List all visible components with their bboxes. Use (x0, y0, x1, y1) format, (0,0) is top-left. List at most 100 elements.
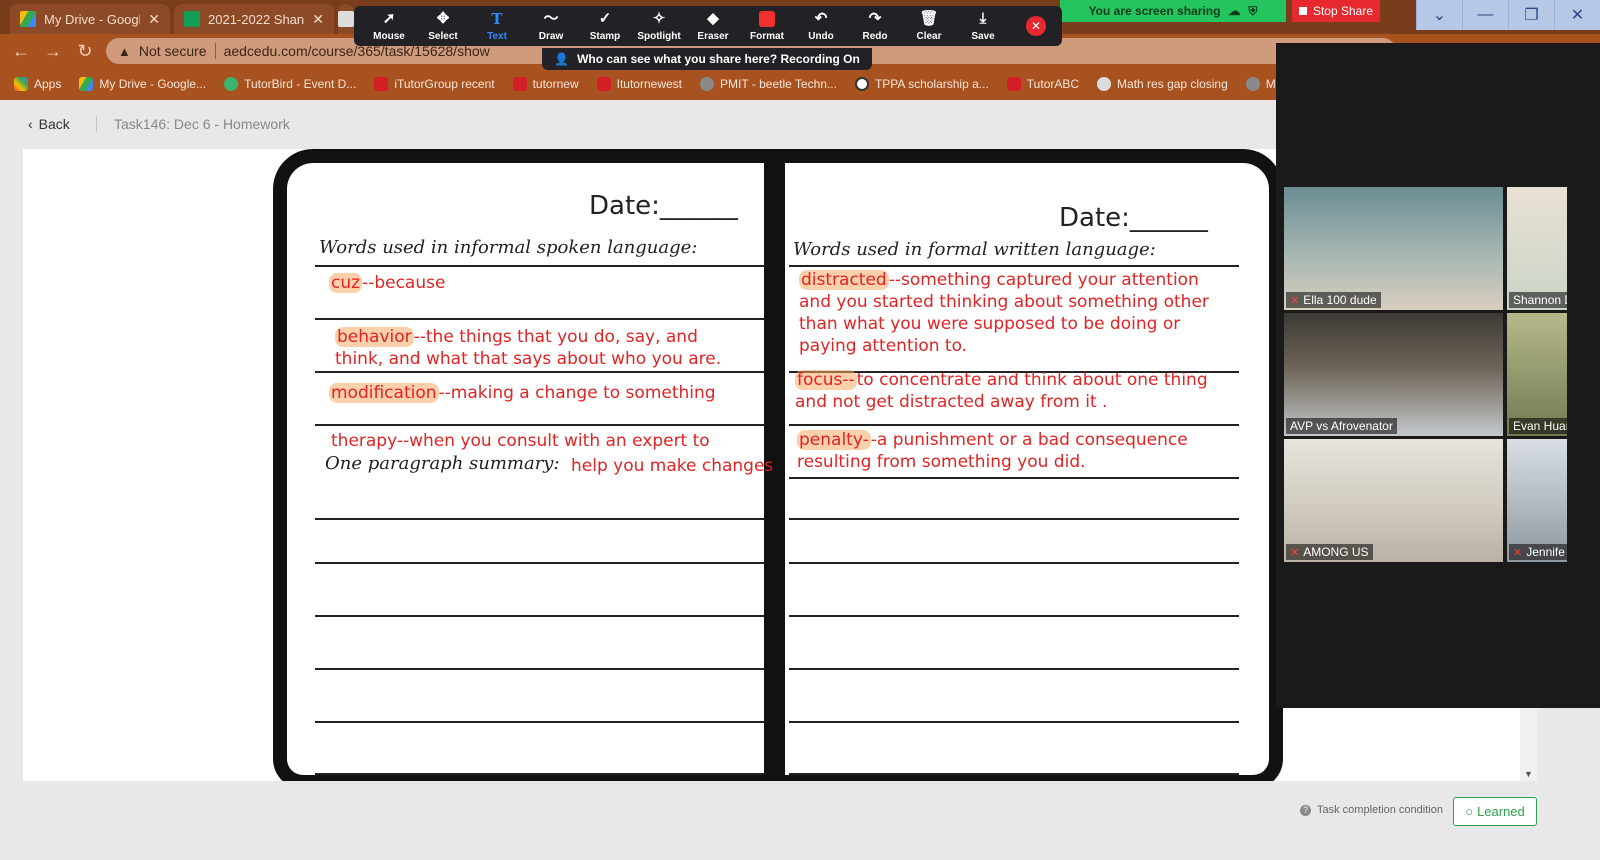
tool-text[interactable]: T Text (470, 6, 524, 46)
screen-sharing-banner: You are screen sharing ☁ ⛨ (1060, 0, 1286, 22)
tool-undo[interactable]: ↶ Undo (794, 6, 848, 46)
tool-label: Eraser (697, 31, 729, 42)
participant-name-tag: Shannon D (1509, 292, 1567, 308)
tool-label: Select (428, 31, 458, 42)
entry-distracted[interactable]: distracted --something captured your atte… (799, 269, 1209, 357)
sharing-banner-text: You are screen sharing (1088, 4, 1221, 18)
definition-text: to concentrate and think about one thing (856, 370, 1208, 390)
scroll-down-arrow-icon[interactable]: ▼ (1524, 769, 1533, 779)
entry-therapy-continued[interactable]: help you make changes (571, 455, 773, 477)
task-condition-label: Task completion condition (1317, 804, 1443, 816)
tool-mouse[interactable]: ➚ Mouse (362, 6, 416, 46)
tool-stamp[interactable]: ✓ Stamp (578, 6, 632, 46)
move-icon: ✥ (436, 10, 450, 27)
restore-icon[interactable]: ❐ (1508, 0, 1554, 30)
tool-format[interactable]: Format (740, 6, 794, 46)
chevron-left-icon: ‹ (28, 116, 33, 132)
summary-label: One paragraph summary: (325, 453, 560, 474)
tool-select[interactable]: ✥ Select (416, 6, 470, 46)
participant-tile[interactable]: ✕ Ella 100 dude (1284, 187, 1503, 310)
entry-modification[interactable]: modification --making a change to somethi… (329, 382, 716, 404)
tool-eraser[interactable]: ◆ Eraser (686, 6, 740, 46)
cursor-icon: ➚ (382, 10, 396, 27)
tool-draw[interactable]: 〜 Draw (524, 6, 578, 46)
ruled-line (315, 773, 765, 775)
tool-label: Mouse (373, 31, 405, 42)
close-annotation-icon[interactable]: ✕ (1026, 16, 1046, 36)
bookmark-tutorabc[interactable]: TutorABC (1006, 77, 1079, 91)
participant-name: AVP vs Afrovenator (1290, 419, 1393, 433)
soccer-icon (854, 77, 869, 91)
participant-tile[interactable]: AVP vs Afrovenator (1284, 313, 1503, 436)
bookmark-pmit[interactable]: PMIT - beetle Techn... (700, 77, 837, 91)
bookmark-tppa[interactable]: TPPA scholarship a... (854, 77, 989, 91)
minimize-icon[interactable]: — (1462, 0, 1508, 30)
definition-text: --something captured your attention (888, 270, 1199, 290)
learned-button[interactable]: ○ Learned (1453, 797, 1537, 826)
tool-label: Save (971, 31, 995, 42)
definition-text: --the things that you do, say, and (413, 327, 698, 347)
bookmark-itutorgroup[interactable]: iTutorGroup recent (374, 77, 495, 91)
participant-name-tag: ✕ AMONG US (1286, 544, 1373, 560)
participant-tile[interactable]: Evan Huan (1507, 313, 1567, 436)
back-button[interactable]: ‹ Back (28, 116, 70, 132)
tab-spreadsheet[interactable]: 2021-2022 Shanno ✕ (174, 4, 334, 34)
tool-spotlight[interactable]: ✧ Spotlight (632, 6, 686, 46)
tool-label: Format (750, 31, 784, 42)
definition-text: --making a change to something (438, 383, 716, 403)
divider (214, 43, 216, 59)
participant-name: AMONG US (1303, 545, 1369, 559)
definition-text: and not get distracted away from it . (795, 392, 1108, 412)
forward-arrow-icon[interactable]: → (42, 40, 64, 62)
entry-cuz[interactable]: cuz --because (329, 272, 445, 294)
bookmark-label: My Drive - Google... (99, 77, 207, 91)
mic-muted-icon: ✕ (1513, 546, 1523, 559)
bookmark-tutornew[interactable]: tutornew (512, 77, 579, 91)
participant-tile[interactable]: ✕ AMONG US (1284, 439, 1503, 562)
ruled-line (789, 773, 1239, 775)
ruled-line (789, 668, 1239, 670)
bookmark-math-res[interactable]: Math res gap closing (1097, 77, 1228, 91)
entry-behavior[interactable]: behavior --the things that you do, say, a… (335, 326, 721, 370)
divider (96, 116, 97, 132)
task-completion-condition[interactable]: ? Task completion condition (1300, 804, 1443, 816)
tab-title: My Drive - Google (44, 11, 141, 27)
entry-therapy[interactable]: therapy--when you consult with an expert… (331, 430, 710, 452)
close-icon[interactable]: ✕ (148, 11, 160, 28)
chevron-down-icon[interactable]: ⌄ (1416, 0, 1462, 30)
definition-text: therapy--when you consult with an expert… (331, 431, 710, 451)
close-window-icon[interactable]: ✕ (1554, 0, 1600, 30)
check-icon: ✓ (598, 10, 612, 27)
participant-tile[interactable]: Shannon D (1507, 187, 1567, 310)
back-arrow-icon[interactable]: ← (10, 40, 32, 62)
tool-label: Text (487, 31, 507, 42)
ruled-line (315, 721, 765, 723)
tool-clear[interactable]: 🗑 Clear (902, 6, 956, 46)
tool-save[interactable]: ⤓ Save (956, 6, 1010, 46)
text-icon: T (491, 10, 503, 28)
tool-label: Draw (538, 31, 564, 42)
participant-name: Ella 100 dude (1303, 293, 1377, 307)
tool-redo[interactable]: ↷ Redo (848, 6, 902, 46)
reload-icon[interactable]: ↻ (74, 40, 96, 62)
close-icon[interactable]: ✕ (312, 11, 324, 28)
tab-my-drive[interactable]: My Drive - Google ✕ (10, 4, 170, 34)
bookmark-apps[interactable]: Apps (14, 77, 61, 91)
stop-share-button[interactable]: Stop Share (1292, 0, 1380, 22)
informal-heading: Words used in informal spoken language: (319, 237, 698, 258)
bookmark-tutorbird[interactable]: TutorBird - Event D... (224, 77, 356, 91)
ruled-line (315, 424, 765, 426)
bookmark-itutornewest[interactable]: Itutornewest (596, 77, 682, 91)
tab-partial[interactable] (338, 4, 354, 34)
circle-icon: ○ (1465, 804, 1474, 819)
ruled-line (315, 562, 765, 564)
bookmark-my-drive[interactable]: My Drive - Google... (79, 77, 206, 91)
entry-penalty[interactable]: penalty- -a punishment or a bad consequen… (797, 429, 1188, 473)
bookmark-label: Apps (34, 77, 62, 91)
tutorbird-icon (224, 77, 239, 91)
participant-tile[interactable]: ✕ Jennife (1507, 439, 1567, 562)
mic-muted-icon: ✕ (1290, 546, 1300, 559)
recording-notice[interactable]: 👤 Who can see what you share here? Recor… (542, 48, 872, 70)
globe-icon (700, 77, 714, 91)
entry-focus[interactable]: focus-- to concentrate and think about on… (795, 369, 1208, 413)
